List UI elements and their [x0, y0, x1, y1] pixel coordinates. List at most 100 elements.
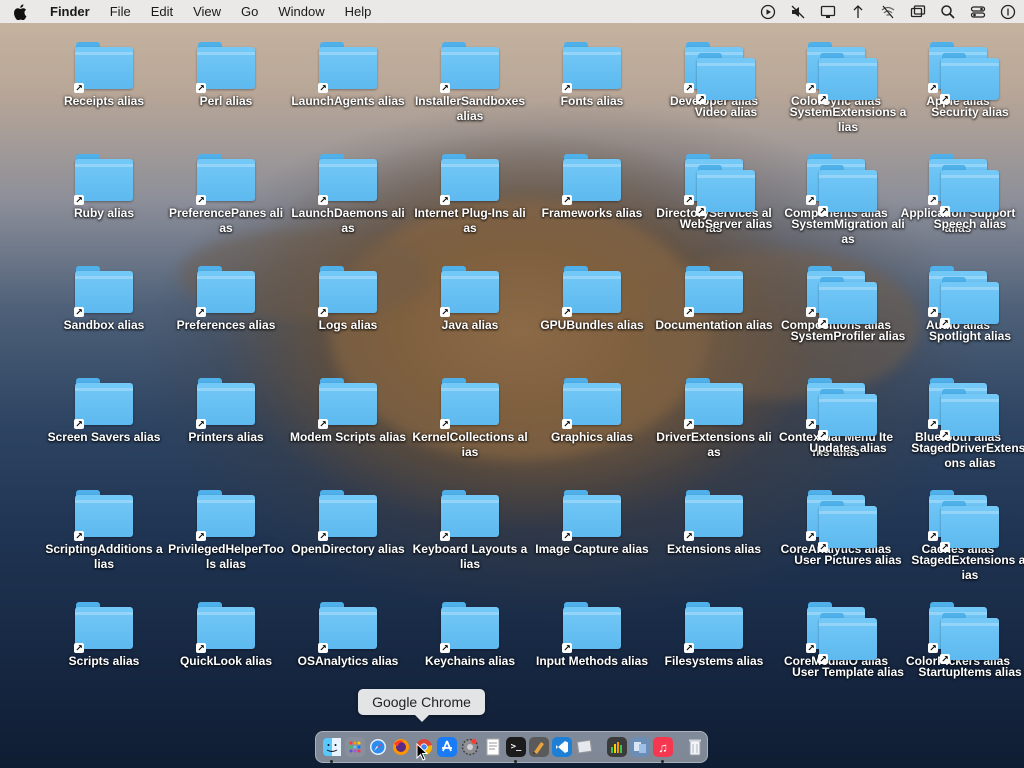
folder-icon: ↗	[696, 163, 756, 216]
desktop-folder-alias[interactable]: ↗ DriverExtensions alias	[655, 376, 773, 460]
textedit-icon[interactable]	[483, 737, 503, 757]
alias-arrow-icon: ↗	[196, 531, 206, 541]
desktop-folder-alias[interactable]: ↗ WebServer alias	[667, 163, 785, 232]
desktop-folder-alias[interactable]: ↗ User Template alias	[789, 611, 907, 680]
desktop-folder-alias[interactable]: ↗ SystemMigration alias	[789, 163, 907, 247]
desktop-folder-alias[interactable]: ↗ QuickLook alias	[167, 600, 285, 669]
airdrop-icon[interactable]	[850, 4, 866, 20]
desktop-folder-alias[interactable]: ↗ InstallerSandboxes alias	[411, 40, 529, 124]
menu-go[interactable]: Go	[231, 0, 268, 23]
folder-icon: ↗	[818, 499, 878, 552]
menu-help[interactable]: Help	[335, 0, 382, 23]
desktop-folder-alias[interactable]: ↗ Input Methods alias	[533, 600, 651, 669]
desktop-folder-alias[interactable]: ↗ SystemProfiler alias	[789, 275, 907, 344]
play-circle-icon[interactable]	[760, 4, 776, 20]
folder-label: Printers alias	[188, 430, 264, 444]
desktop-folder-alias[interactable]: ↗ OpenDirectory alias	[289, 488, 407, 557]
preview-icon[interactable]	[575, 737, 595, 757]
alias-arrow-icon: ↗	[818, 206, 828, 216]
alias-arrow-icon: ↗	[684, 643, 694, 653]
desktop-folder-alias[interactable]: ↗ StagedExtensions alias	[911, 499, 1024, 583]
menu-app-name[interactable]: Finder	[40, 0, 100, 23]
desktop-folder-alias[interactable]: ↗ GPUBundles alias	[533, 264, 651, 333]
system-preferences-icon[interactable]	[460, 737, 480, 757]
music-icon[interactable]: ♫	[653, 737, 673, 763]
desktop-folder-alias[interactable]: ↗ Sandbox alias	[45, 264, 163, 333]
desktop-folder-alias[interactable]: ↗ KernelCollections alias	[411, 376, 529, 460]
desktop-folder-alias[interactable]: ↗ Scripts alias	[45, 600, 163, 669]
desktop-folder-alias[interactable]: ↗ Updates alias	[789, 387, 907, 456]
alias-arrow-icon: ↗	[440, 83, 450, 93]
desktop-folder-alias[interactable]: ↗ Perl alias	[167, 40, 285, 109]
activity-monitor-icon[interactable]	[607, 737, 627, 757]
menu-view[interactable]: View	[183, 0, 231, 23]
desktop-folder-alias[interactable]: ↗ Fonts alias	[533, 40, 651, 109]
screen-mirror-icon[interactable]	[910, 4, 926, 20]
finder-icon[interactable]	[322, 737, 342, 763]
desktop-folder-alias[interactable]: ↗ Frameworks alias	[533, 152, 651, 221]
desktop-folder-alias[interactable]: ↗ OSAnalytics alias	[289, 600, 407, 669]
desktop-folder-alias[interactable]: ↗ Screen Savers alias	[45, 376, 163, 445]
vscode-icon[interactable]	[552, 737, 572, 757]
desktop-folder-alias[interactable]: ↗ Receipts alias	[45, 40, 163, 109]
desktop-folder-alias[interactable]: ↗ Documentation alias	[655, 264, 773, 333]
desktop-folder-alias[interactable]: ↗ User Pictures alias	[789, 499, 907, 568]
desktop-folder-alias[interactable]: ↗ Java alias	[411, 264, 529, 333]
desktop-folder-alias[interactable]: ↗ Security alias	[911, 51, 1024, 120]
folder-label: SystemExtensions alias	[789, 105, 907, 134]
desktop-folder-alias[interactable]: ↗ Speech alias	[911, 163, 1024, 232]
folder-icon: ↗	[562, 40, 622, 93]
folder-icon: ↗	[562, 376, 622, 429]
folder-icon: ↗	[940, 163, 1000, 216]
folder-icon: ↗	[196, 376, 256, 429]
desktop-folder-alias[interactable]: ↗ SystemExtensions alias	[789, 51, 907, 135]
desktop-folder-alias[interactable]: ↗ Modem Scripts alias	[289, 376, 407, 445]
trash-icon[interactable]	[685, 737, 705, 757]
menu-edit[interactable]: Edit	[141, 0, 183, 23]
folder-icon: ↗	[318, 376, 378, 429]
desktop-folder-alias[interactable]: ↗ ScriptingAdditions alias	[45, 488, 163, 572]
desktop-folder-alias[interactable]: ↗ Video alias	[667, 51, 785, 120]
alias-arrow-icon: ↗	[74, 531, 84, 541]
desktop-folder-alias[interactable]: ↗ StartupItems alias	[911, 611, 1024, 680]
display-icon[interactable]	[820, 4, 836, 20]
app-store-icon[interactable]	[437, 737, 457, 757]
desktop-folder-alias[interactable]: ↗ Image Capture alias	[533, 488, 651, 557]
desktop-folder-alias[interactable]: ↗ Keyboard Layouts alias	[411, 488, 529, 572]
apple-menu-icon[interactable]	[0, 0, 40, 23]
desktop-folder-alias[interactable]: ↗ Extensions alias	[655, 488, 773, 557]
siri-icon[interactable]	[1000, 4, 1016, 20]
desktop-folder-alias[interactable]: ↗ Filesystems alias	[655, 600, 773, 669]
search-icon[interactable]	[940, 4, 956, 20]
control-center-icon[interactable]	[970, 4, 986, 20]
desktop-folder-alias[interactable]: ↗ Logs alias	[289, 264, 407, 333]
desktop-folder-alias[interactable]: ↗ LaunchAgents alias	[289, 40, 407, 109]
mute-icon[interactable]	[790, 4, 806, 20]
wifi-off-icon[interactable]	[880, 4, 896, 20]
safari-icon[interactable]	[368, 737, 388, 757]
firefox-icon[interactable]	[391, 737, 411, 757]
desktop-folder-alias[interactable]: ↗ Ruby alias	[45, 152, 163, 221]
desktop-folder-alias[interactable]: ↗ Printers alias	[167, 376, 285, 445]
desktop-folder-alias[interactable]: ↗ PrivilegedHelperTools alias	[167, 488, 285, 572]
alias-arrow-icon: ↗	[684, 307, 694, 317]
desktop-folder-alias[interactable]: ↗ Spotlight alias	[911, 275, 1024, 344]
desktop-folder-alias[interactable]: ↗ StagedDriverExtensions alias	[911, 387, 1024, 471]
alias-arrow-icon: ↗	[74, 83, 84, 93]
migration-assistant-icon[interactable]	[630, 737, 650, 757]
desktop-folder-alias[interactable]: ↗ LaunchDaemons alias	[289, 152, 407, 236]
desktop-folder-alias[interactable]: ↗ Keychains alias	[411, 600, 529, 669]
launchpad-icon[interactable]	[345, 737, 365, 757]
alias-arrow-icon: ↗	[440, 419, 450, 429]
script-editor-icon[interactable]	[529, 737, 549, 757]
desktop-folder-alias[interactable]: ↗ Preferences alias	[167, 264, 285, 333]
folder-icon: ↗	[684, 488, 744, 541]
desktop-folder-alias[interactable]: ↗ PreferencePanes alias	[167, 152, 285, 236]
desktop-folder-alias[interactable]: ↗ Internet Plug-Ins alias	[411, 152, 529, 236]
folder-label: WebServer alias	[679, 217, 773, 231]
folder-icon: ↗	[696, 51, 756, 104]
menu-window[interactable]: Window	[268, 0, 334, 23]
desktop-folder-alias[interactable]: ↗ Graphics alias	[533, 376, 651, 445]
menu-file[interactable]: File	[100, 0, 141, 23]
terminal-icon[interactable]: >_	[506, 737, 526, 763]
